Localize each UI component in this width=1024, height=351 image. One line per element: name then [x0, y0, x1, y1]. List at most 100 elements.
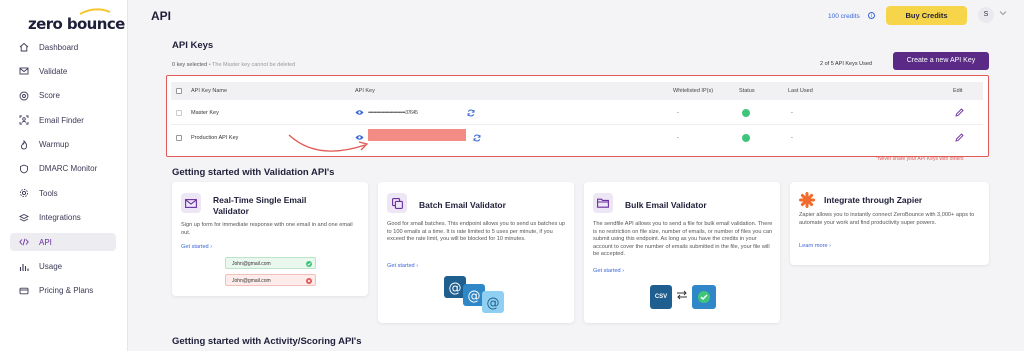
sidebar-item-dmarc-monitor[interactable]: DMARC Monitor — [10, 160, 116, 178]
status-active-indicator — [742, 109, 750, 117]
home-icon — [19, 42, 29, 52]
sidebar-item-label: Validate — [39, 66, 68, 76]
last-used: - — [791, 110, 793, 116]
shield-icon — [19, 164, 29, 174]
info-icon[interactable]: i — [868, 12, 875, 19]
column-header: API Key Name — [191, 88, 228, 94]
card-description: The sendfile API allows you to send a fi… — [593, 221, 773, 257]
api-keys-title: API Keys — [172, 40, 214, 51]
batch-email-illustration: @ @ @ — [444, 276, 504, 313]
zerobounce-logo[interactable]: zero bounce — [28, 8, 125, 33]
key-name: Master Key — [191, 110, 219, 116]
realtime-validator-card: Real-Time Single Email Validator Sign up… — [172, 182, 368, 296]
security-warning: *Never share your API Keys with others — [876, 156, 964, 162]
mail-icon — [19, 66, 29, 76]
sidebar-item-label: Usage — [39, 262, 63, 272]
sidebar: zero bounce Dashboard Validate Score Ema… — [0, 0, 128, 351]
bulk-validator-card: Bulk Email Validator The sendfile API al… — [584, 182, 780, 323]
whitelisted-ips: - — [677, 135, 679, 141]
get-started-link[interactable]: Get started › — [593, 268, 624, 274]
sidebar-item-usage[interactable]: Usage — [10, 258, 116, 276]
activity-section-title: Getting started with Activity/Scoring AP… — [172, 336, 362, 347]
table-header-row: API Key Name API Key Whitelisted IP(s) S… — [171, 82, 983, 100]
pencil-icon[interactable] — [955, 133, 964, 142]
logo-text: zero bounce — [28, 15, 125, 33]
column-header: API Key — [355, 88, 375, 94]
verified-file-icon — [692, 285, 716, 309]
card-title: Bulk Email Validator — [625, 200, 707, 210]
keys-selection-status: 0 key selected • The Master key cannot b… — [172, 62, 295, 68]
card-title: Batch Email Validator — [419, 200, 506, 210]
card-title: Real-Time Single Email Validator — [213, 195, 307, 216]
main-content: API Keys 0 key selected • The Master key… — [129, 32, 1024, 351]
whitelisted-ips: - — [677, 110, 679, 116]
svg-text:@: @ — [468, 289, 481, 304]
zapier-asterisk-icon — [799, 192, 815, 208]
credits-balance[interactable]: 100 credits — [828, 13, 860, 20]
column-header: Status — [739, 88, 755, 94]
row-checkbox — [176, 110, 182, 116]
column-header: Whitelisted IP(s) — [673, 88, 714, 94]
csv-file-icon: CSV — [650, 285, 672, 309]
learn-more-link[interactable]: Learn more › — [799, 243, 831, 249]
valid-email-example: John@gmail.com — [225, 257, 316, 269]
sidebar-item-api[interactable]: API — [10, 233, 116, 252]
sidebar-item-label: Warmup — [39, 140, 69, 150]
sidebar-item-label: Email Finder — [39, 115, 84, 125]
card-description: Good for small batches. This endpoint al… — [387, 221, 566, 242]
layers-icon — [19, 213, 29, 223]
card-title: Integrate through Zapier — [824, 195, 923, 205]
swap-arrows-icon — [677, 290, 687, 300]
folder-icon — [593, 193, 613, 213]
api-key-value: ••••••••••••••••••••••••••••37645 — [368, 110, 418, 116]
refresh-icon[interactable] — [467, 109, 475, 117]
sidebar-item-label: Dashboard — [39, 42, 79, 52]
table-row: Master Key ••••••••••••••••••••••••••••3… — [171, 100, 983, 125]
sidebar-item-label: DMARC Monitor — [39, 164, 98, 174]
get-started-link[interactable]: Get started › — [387, 263, 418, 269]
copy-icon — [387, 193, 407, 213]
refresh-icon[interactable] — [473, 134, 481, 142]
sidebar-item-dashboard[interactable]: Dashboard — [10, 38, 116, 56]
sidebar-item-label: Integrations — [39, 213, 81, 223]
card-icon — [19, 286, 29, 296]
validation-section-title: Getting started with Validation API's — [172, 167, 335, 178]
status-active-indicator — [742, 134, 750, 142]
envelope-icon — [181, 193, 201, 213]
sidebar-item-label: Pricing & Plans — [39, 286, 94, 296]
email-text: John@gmail.com — [232, 278, 271, 284]
sidebar-item-pricing[interactable]: Pricing & Plans — [10, 282, 116, 300]
top-header: API 100 credits i Buy Credits S — [129, 0, 1024, 32]
get-started-link[interactable]: Get started › — [181, 244, 212, 250]
code-icon — [19, 237, 29, 247]
sidebar-item-tools[interactable]: Tools — [10, 184, 116, 202]
sidebar-item-integrations[interactable]: Integrations — [10, 209, 116, 227]
chevron-down-icon[interactable] — [999, 10, 1007, 16]
check-icon — [306, 261, 312, 267]
sidebar-item-warmup[interactable]: Warmup — [10, 136, 116, 154]
redacted-api-key — [368, 129, 466, 141]
keys-used-count: 2 of 5 API Keys Used — [820, 61, 872, 67]
page-title: API — [151, 9, 172, 23]
bar-chart-icon — [19, 262, 29, 272]
annotation-arrow-icon — [288, 134, 369, 152]
zapier-card: Integrate through Zapier Zapier allows y… — [790, 182, 989, 265]
sidebar-item-validate[interactable]: Validate — [10, 62, 116, 80]
sidebar-item-score[interactable]: Score — [10, 87, 116, 105]
eye-icon[interactable] — [355, 109, 364, 116]
sidebar-item-label: Tools — [39, 188, 58, 198]
create-api-key-button[interactable]: Create a new API Key — [893, 52, 989, 70]
sidebar-item-email-finder[interactable]: Email Finder — [10, 111, 116, 129]
row-checkbox[interactable] — [176, 135, 182, 141]
avatar[interactable]: S — [978, 7, 994, 23]
select-all-checkbox[interactable] — [176, 88, 182, 94]
svg-text:@: @ — [487, 296, 500, 311]
target-icon — [19, 91, 29, 101]
last-used: - — [791, 135, 793, 141]
selected-count: 0 key selected — [172, 62, 208, 68]
svg-text:@: @ — [449, 281, 462, 296]
invalid-email-example: John@gmail.com — [225, 274, 316, 286]
column-header: Last Used — [788, 88, 813, 94]
pencil-icon[interactable] — [955, 108, 964, 117]
buy-credits-button[interactable]: Buy Credits — [886, 6, 967, 25]
